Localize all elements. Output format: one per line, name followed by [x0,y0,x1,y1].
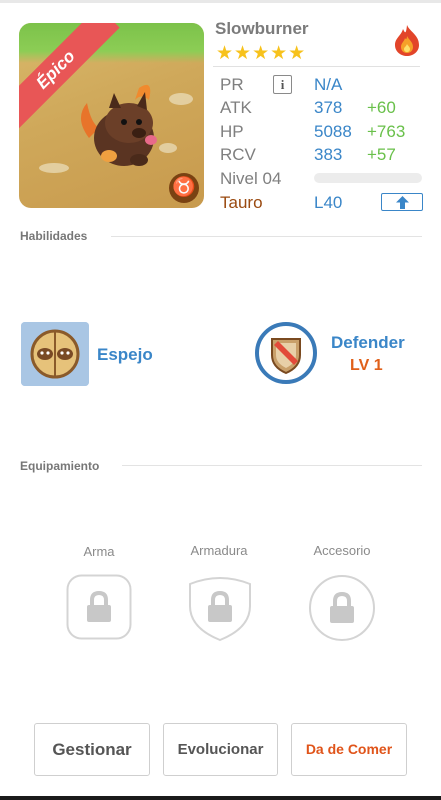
rcv-bonus: +57 [367,145,396,164]
hero-portrait[interactable]: Épico ♉ [19,23,204,208]
slot-label-arma: Arma [83,544,115,559]
evolve-button[interactable]: Evolucionar [163,723,278,776]
rarity-stars: ★★★★★ [216,43,307,64]
fire-icon [395,25,419,56]
mirror-skill-icon[interactable] [21,322,89,386]
rcv-value: 383 [314,145,343,164]
hp-bonus: +763 [367,122,406,141]
accessory-slot[interactable] [308,574,376,642]
hp-label: HP [220,122,244,141]
atk-label: ATK [220,98,252,117]
creature-illustration [80,84,157,166]
atk-value: 378 [314,98,343,117]
bottom-bar [0,796,441,800]
weapon-slot[interactable] [66,574,132,640]
skills-divider [111,236,422,237]
arrow-up-icon [396,196,409,209]
skill-name-espejo: Espejo [97,345,153,364]
armor-slot[interactable] [188,574,252,642]
level-progress-bar [314,173,422,183]
pr-label: PR [220,75,244,94]
hero-name: Slowburner [215,19,309,38]
level-label: Nivel 04 [220,169,282,188]
equipment-divider [122,465,422,466]
hp-value: 5088 [314,122,352,141]
name-divider [213,66,420,67]
manage-button[interactable]: Gestionar [34,723,150,776]
atk-bonus: +60 [367,98,396,117]
pr-value: N/A [314,75,343,94]
portrait-stone [169,93,193,105]
info-icon[interactable]: i [273,75,292,94]
taurus-zodiac-icon: ♉ [169,173,199,203]
skills-section-title: Habilidades [20,229,88,243]
shield-skill-icon[interactable] [254,321,318,385]
portrait-stone [39,163,69,173]
skill-name-defender: Defender [331,333,405,352]
feed-button[interactable]: Da de Comer [291,723,407,776]
slot-label-armadura: Armadura [190,543,248,558]
slot-label-accesorio: Accesorio [313,543,371,558]
equipment-section-title: Equipamiento [20,459,100,473]
skill-level-defender: LV 1 [350,357,383,374]
top-divider [0,0,441,3]
level-up-button[interactable] [381,193,423,211]
level-cap-value: L40 [314,193,343,212]
zodiac-sign-label: Tauro [220,193,263,212]
rcv-label: RCV [220,145,256,164]
